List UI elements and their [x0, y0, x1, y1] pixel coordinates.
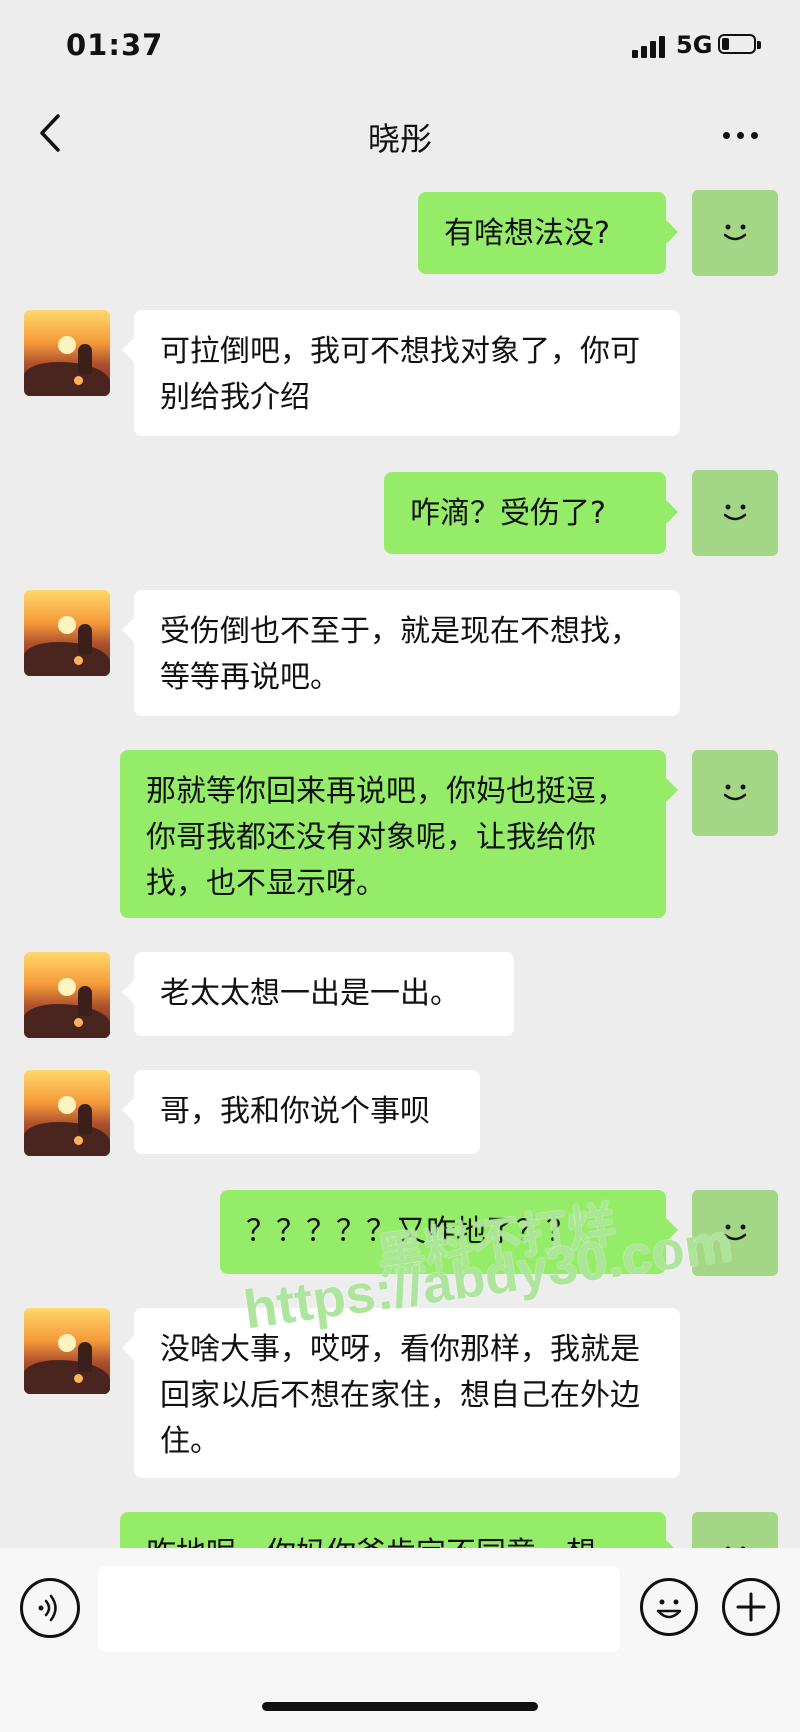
contact-avatar[interactable]	[24, 1308, 110, 1394]
voice-icon[interactable]	[20, 1578, 80, 1638]
message-bubble[interactable]: 咋滴？受伤了?	[384, 472, 678, 554]
message-text: 受伤倒也不至于，就是现在不想找，等等再说吧。	[160, 614, 640, 695]
battery-icon	[718, 34, 762, 56]
my-avatar[interactable]	[692, 750, 778, 836]
contact-avatar[interactable]	[24, 952, 110, 1038]
contact-avatar[interactable]	[24, 310, 110, 396]
message-input[interactable]	[98, 1566, 620, 1652]
message-bubble[interactable]: 老太太想一出是一出。	[122, 952, 514, 1036]
signal-icon	[632, 36, 666, 58]
contact-avatar[interactable]	[24, 1070, 110, 1156]
message-bubble[interactable]: 哥，我和你说个事呗	[122, 1070, 480, 1154]
message-text: 有啥想法没?	[444, 216, 610, 251]
more-icon[interactable]	[712, 112, 768, 158]
emoji-icon[interactable]	[640, 1578, 698, 1636]
message-bubble[interactable]: 可拉倒吧，我可不想找对象了，你可别给我介绍	[122, 310, 680, 436]
message-text: 没啥大事，哎呀，看你那样，我就是回家以后不想在家住，想自己在外边住。	[160, 1332, 640, 1459]
home-indicator[interactable]	[262, 1702, 538, 1711]
message-text: 哥，我和你说个事呗	[160, 1094, 430, 1129]
contact-avatar[interactable]	[24, 590, 110, 676]
message-text: 咋滴？受伤了?	[410, 496, 606, 531]
network-type: 5G	[676, 31, 713, 59]
my-avatar[interactable]	[692, 190, 778, 276]
contact-name: 晓彤	[367, 120, 432, 158]
message-bubble[interactable]: 有啥想法没?	[418, 192, 678, 274]
message-bubble[interactable]: 那就等你回来再说吧，你妈也挺逗，你哥我都还没有对象呢，让我给你找，也不显示呀。	[120, 750, 678, 918]
message-bubble[interactable]: 受伤倒也不至于，就是现在不想找，等等再说吧。	[122, 590, 680, 716]
chat-header: 晓彤	[0, 90, 800, 180]
plus-icon[interactable]	[722, 1578, 780, 1636]
message-bubble[interactable]: 没啥大事，哎呀，看你那样，我就是回家以后不想在家住，想自己在外边住。	[122, 1308, 680, 1478]
message-text: 老太太想一出是一出。	[160, 976, 460, 1011]
status-time: 01:37	[66, 28, 164, 62]
message-text: 可拉倒吧，我可不想找对象了，你可别给我介绍	[160, 334, 640, 415]
message-text: 那就等你回来再说吧，你妈也挺逗，你哥我都还没有对象呢，让我给你找，也不显示呀。	[146, 774, 626, 901]
my-avatar[interactable]	[692, 470, 778, 556]
status-bar: 01:37 5G	[0, 0, 800, 90]
